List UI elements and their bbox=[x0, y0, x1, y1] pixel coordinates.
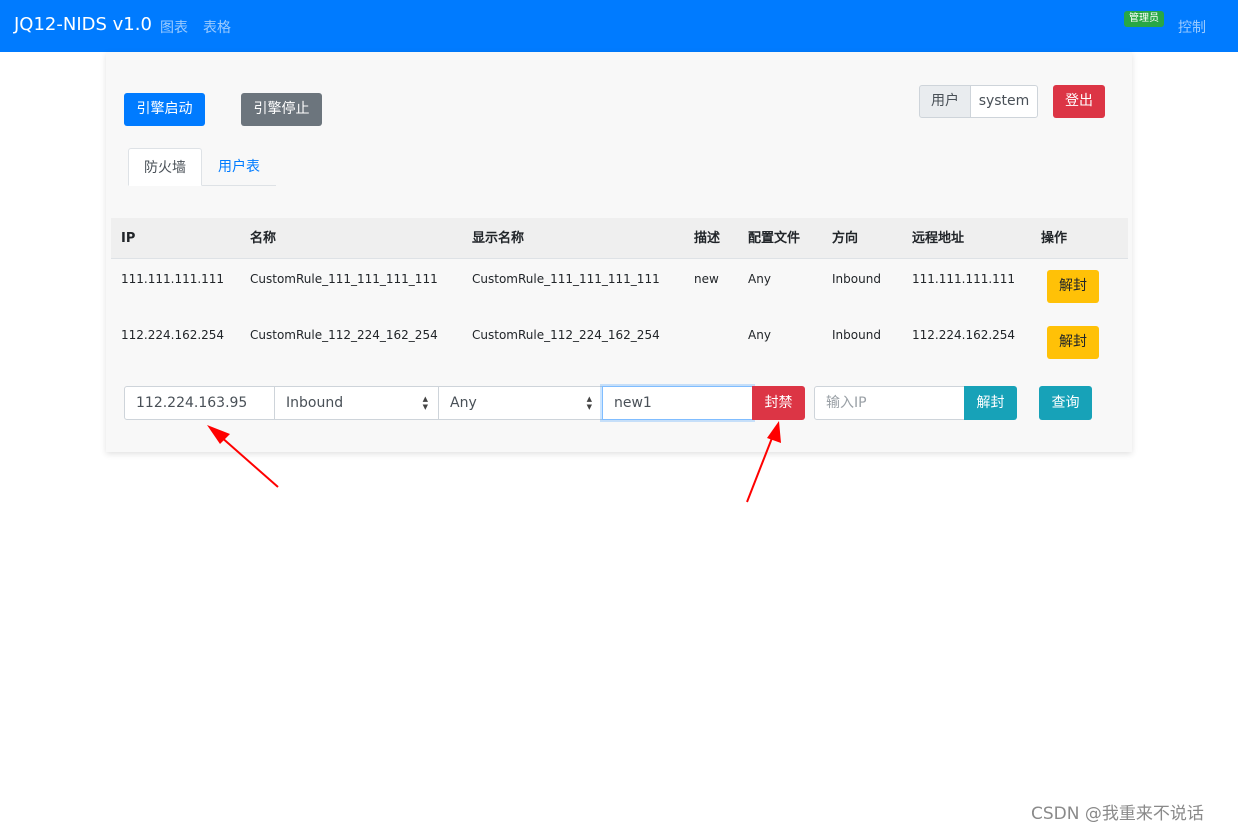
annotation-arrows bbox=[207, 421, 781, 503]
arrow-to-block-button bbox=[746, 421, 781, 503]
watermark: CSDN @我重来不说话 bbox=[1031, 804, 1204, 824]
arrow-to-ip-input bbox=[207, 425, 279, 488]
